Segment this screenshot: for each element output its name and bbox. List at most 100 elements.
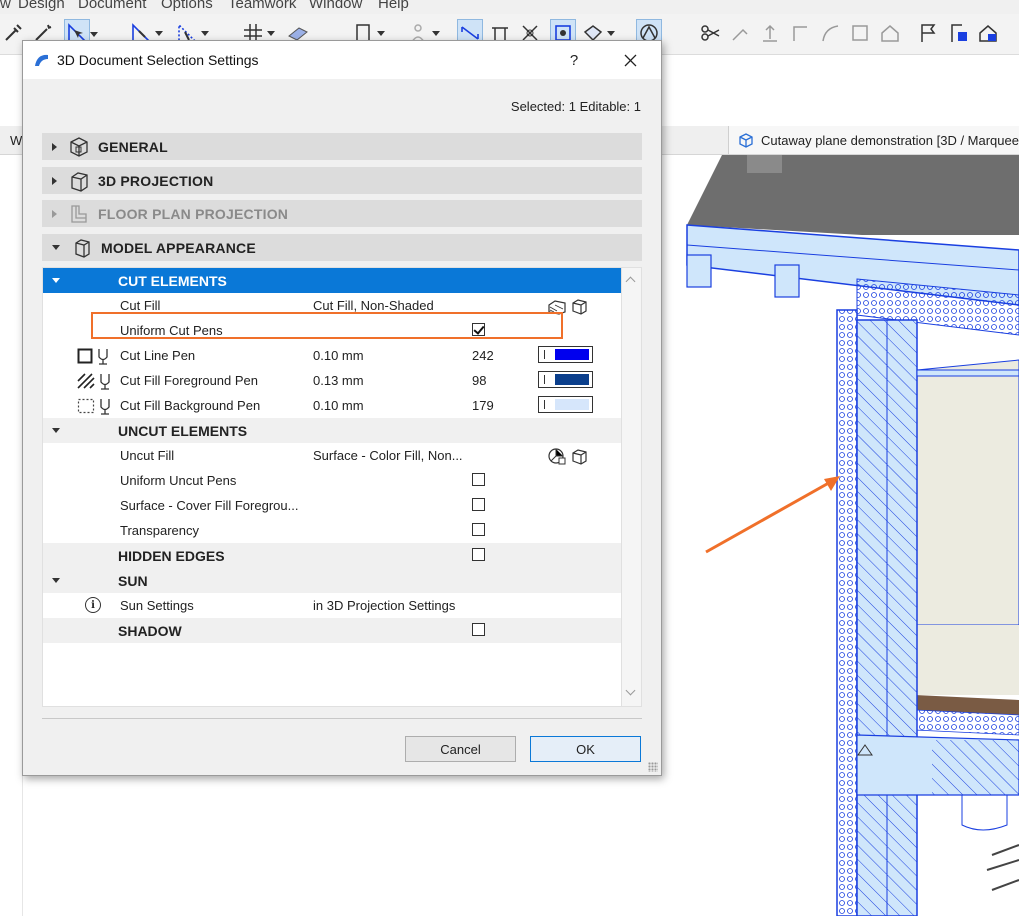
cut-fill-fg-pen-swatch[interactable]: [538, 371, 593, 388]
menu-item-view[interactable]: w: [0, 0, 11, 12]
cut-fill-fg-pen-icons: [77, 372, 112, 390]
row-surface-cover-fill[interactable]: Surface - Cover Fill Foregrou...: [43, 493, 621, 518]
hidden-edges-checkbox[interactable]: [472, 548, 485, 561]
3d-view-tab[interactable]: Cutaway plane demonstration [3D / Marque…: [728, 126, 1019, 154]
color-fill-icon: [548, 448, 566, 465]
uniform-uncut-pens-checkbox[interactable]: [472, 473, 485, 486]
section-floor-plan-projection-label: FLOOR PLAN PROJECTION: [98, 205, 289, 222]
help-button[interactable]: ?: [559, 45, 589, 75]
collapse-arrow-icon: [52, 278, 60, 283]
selection-settings-dialog: 3D Document Selection Settings ? Selecte…: [22, 40, 662, 776]
scroll-up-icon[interactable]: [625, 276, 636, 287]
section-3d-projection[interactable]: 3D PROJECTION: [42, 167, 642, 194]
group-uncut-elements[interactable]: UNCUT ELEMENTS: [43, 418, 621, 443]
menu-bar: w Design Document Options Teamwork Windo…: [0, 0, 1019, 14]
floor-plan-canvas: [0, 155, 23, 916]
row-sun-settings[interactable]: i Sun Settings in 3D Projection Settings: [43, 593, 621, 618]
fillet-icon[interactable]: [817, 19, 843, 47]
collapse-arrow-icon: [52, 578, 60, 583]
ok-button[interactable]: OK: [530, 736, 641, 762]
menu-item-design[interactable]: Design: [18, 0, 65, 12]
model-appearance-icon: [75, 238, 90, 258]
floor-plan-tab-label: W: [10, 132, 23, 148]
uncut-fill-value: Surface - Color Fill, Non...: [313, 448, 463, 463]
group-cut-elements-label: CUT ELEMENTS: [118, 273, 227, 289]
menu-item-document[interactable]: Document: [78, 0, 146, 12]
row-uncut-fill[interactable]: Uncut Fill Surface - Color Fill, Non...: [43, 443, 621, 468]
flag-icon[interactable]: [915, 19, 941, 47]
transparency-checkbox[interactable]: [472, 523, 485, 536]
section-general-label: GENERAL: [98, 138, 168, 155]
section-model-appearance[interactable]: MODEL APPEARANCE: [42, 234, 642, 261]
table-scrollbar[interactable]: [622, 267, 642, 707]
section-floor-plan-projection: FLOOR PLAN PROJECTION: [42, 200, 642, 227]
cut-fill-bg-pen-swatch[interactable]: [538, 396, 593, 413]
cut-fill-bg-pen-number: 179: [472, 398, 494, 413]
row-cut-fill-background-pen[interactable]: Cut Fill Background Pen 0.10 mm 179: [43, 393, 621, 418]
background-fill-icon: [77, 398, 95, 414]
cut-line-pen-icons: [77, 347, 110, 365]
selection-info: Selected: 1 Editable: 1: [510, 99, 641, 114]
cube-icon: [572, 299, 587, 315]
scroll-down-icon[interactable]: [625, 685, 636, 696]
info-icon: i: [85, 597, 101, 613]
cut-fill-bg-pen-label: Cut Fill Background Pen: [120, 398, 261, 413]
cut-line-pen-color: [555, 349, 589, 360]
home-icon[interactable]: [877, 19, 903, 47]
cut-fill-fg-pen-label: Cut Fill Foreground Pen: [120, 373, 259, 388]
surface-cover-fill-label: Surface - Cover Fill Foregrou...: [120, 498, 299, 513]
cut-fill-fg-pen-weight: 0.13 mm: [313, 373, 364, 388]
transparency-label: Transparency: [120, 523, 199, 538]
sun-settings-label: Sun Settings: [120, 598, 194, 613]
section-general[interactable]: GENERAL: [42, 133, 642, 160]
3d-view-tab-label: Cutaway plane demonstration [3D / Marque…: [761, 132, 1019, 148]
cancel-button[interactable]: Cancel: [405, 736, 516, 762]
dialog-titlebar[interactable]: 3D Document Selection Settings ?: [23, 41, 661, 79]
menu-item-options[interactable]: Options: [161, 0, 213, 12]
trim-icon[interactable]: [727, 19, 753, 47]
pen-icon: [98, 349, 108, 365]
hatch-fill-icon: [77, 373, 95, 389]
3d-projection-icon: [71, 171, 88, 192]
close-button[interactable]: [615, 45, 645, 75]
row-uniform-uncut-pens[interactable]: Uniform Uncut Pens: [43, 468, 621, 493]
cut-fill-value: Cut Fill, Non-Shaded: [313, 298, 434, 313]
group-uncut-elements-label: UNCUT ELEMENTS: [118, 423, 248, 439]
section-3d-projection-label: 3D PROJECTION: [98, 172, 214, 189]
row-transparency[interactable]: Transparency: [43, 518, 621, 543]
pen-icon: [100, 399, 110, 415]
menu-item-teamwork[interactable]: Teamwork: [228, 0, 296, 12]
cut-fill-fg-pen-color: [555, 374, 589, 385]
pen-icon: [100, 374, 110, 390]
sun-settings-value: in 3D Projection Settings: [313, 598, 456, 613]
group-shadow[interactable]: SHADOW: [43, 618, 621, 643]
group-shadow-label: SHADOW: [118, 623, 182, 639]
cut-fill-bg-pen-icons: [77, 397, 112, 415]
cut-line-pen-swatch[interactable]: [538, 346, 593, 363]
expand-arrow-icon: [52, 176, 57, 185]
split-icon[interactable]: [847, 19, 873, 47]
row-cut-line-pen[interactable]: Cut Line Pen 0.10 mm 242: [43, 343, 621, 368]
cut-fill-fg-pen-number: 98: [472, 373, 487, 388]
shadow-checkbox[interactable]: [472, 623, 485, 636]
group-sun[interactable]: SUN: [43, 568, 621, 593]
cut-fill-bg-pen-weight: 0.10 mm: [313, 398, 364, 413]
cut-fill-label: Cut Fill: [120, 298, 161, 313]
menu-item-window[interactable]: Window: [309, 0, 362, 12]
publisher-icon[interactable]: [975, 19, 1001, 47]
group-cut-elements[interactable]: CUT ELEMENTS: [43, 268, 621, 293]
surface-cover-fill-checkbox[interactable]: [472, 498, 485, 511]
elevate-icon[interactable]: [757, 19, 783, 47]
cut-line-pen-label: Cut Line Pen: [120, 348, 196, 363]
intersect-icon[interactable]: [787, 19, 813, 47]
row-cut-fill-foreground-pen[interactable]: Cut Fill Foreground Pen 0.13 mm 98: [43, 368, 621, 393]
floor-plan-tab[interactable]: W: [0, 126, 22, 154]
help-icon: ?: [569, 51, 579, 69]
collapse-arrow-icon: [52, 245, 60, 250]
menu-item-help[interactable]: Help: [378, 0, 409, 12]
section-model-appearance-label: MODEL APPEARANCE: [101, 239, 256, 256]
scissors-icon[interactable]: [698, 19, 724, 47]
resize-grip-icon[interactable]: [648, 762, 658, 772]
group-hidden-edges[interactable]: HIDDEN EDGES: [43, 543, 621, 568]
schedule-icon[interactable]: [945, 19, 971, 47]
